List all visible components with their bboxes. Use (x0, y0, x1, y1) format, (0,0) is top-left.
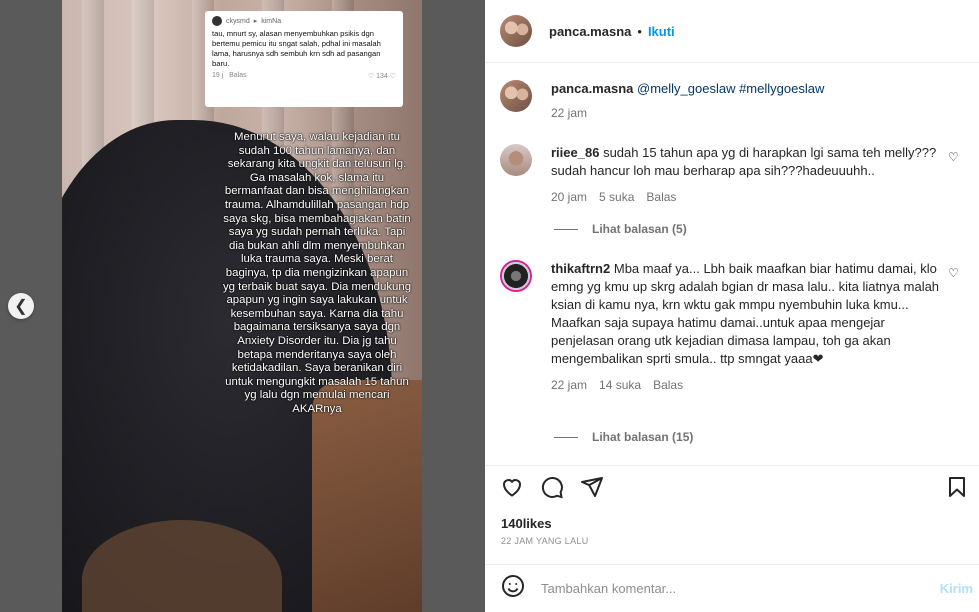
post-comment-button[interactable]: Kirim (940, 581, 973, 596)
paper-plane-icon[interactable] (580, 475, 604, 504)
comment-card-text: tau, mnurt sy, alasan menyembuhkan psiki… (212, 29, 381, 68)
post-actions: 140likes 22 JAM YANG LALU (485, 465, 979, 565)
comment-username[interactable]: riiee_86 (551, 145, 599, 160)
view-replies-label: Lihat balasan (5) (592, 222, 687, 236)
view-replies-button[interactable]: Lihat balasan (15) (554, 430, 693, 444)
comment-text: sudah 15 tahun apa yg di harapkan lgi sa… (551, 145, 937, 178)
embedded-comment-card: ckysmd ▸ kimNa tau, mnurt sy, alasan men… (205, 11, 403, 107)
comment-likes[interactable]: 5 suka (599, 188, 634, 206)
caption-username[interactable]: panca.masna (551, 81, 633, 96)
comment-likes[interactable]: 14 suka (599, 376, 641, 394)
comment-card-reply: Balas (229, 72, 247, 79)
post-header: panca.masna • Ikuti (485, 0, 979, 63)
comment-icon[interactable] (540, 475, 564, 504)
comment-time: 22 jam (551, 378, 588, 392)
comment-time: 20 jam (551, 190, 588, 204)
reply-arrow-icon: ▸ (253, 18, 258, 25)
dislike-icon: ♡ (389, 73, 396, 80)
bookmark-icon[interactable] (945, 475, 969, 504)
emoji-icon[interactable] (501, 574, 525, 603)
avatar[interactable] (500, 80, 532, 112)
divider (554, 228, 578, 230)
post-timestamp[interactable]: 22 JAM YANG LALU (501, 536, 589, 546)
comment-card-user: ckysmd (226, 17, 250, 25)
avatar[interactable] (500, 144, 532, 176)
comment-input[interactable] (541, 581, 940, 596)
comments-list[interactable]: panca.masna @melly_goeslaw #mellygoeslaw… (485, 64, 979, 464)
previous-post-button[interactable]: ❮ (8, 293, 34, 319)
add-comment-bar: Kirim (485, 564, 979, 612)
reply-button[interactable]: Balas (646, 188, 676, 206)
heart-icon: ♡ (367, 73, 375, 80)
caption-text[interactable]: @melly_goeslaw #mellygoeslaw (637, 81, 824, 96)
caption-time: 22 jam (551, 106, 588, 120)
post-media[interactable]: ckysmd ▸ kimNa tau, mnurt sy, alasan men… (62, 0, 422, 612)
like-count[interactable]: 140likes (501, 516, 552, 531)
chevron-left-icon: ❮ (14, 298, 28, 315)
comment-card-likes: 134 (376, 73, 388, 80)
avatar[interactable] (500, 15, 532, 47)
avatar[interactable] (500, 260, 532, 292)
post-details-panel: panca.masna • Ikuti panca.masna @melly_g… (485, 0, 979, 612)
comment-card-age: 19 j (212, 72, 224, 79)
avatar (212, 16, 222, 26)
overlay-text: Menurut saya, walau kejadian itu sudah 1… (222, 131, 412, 415)
view-replies-label: Lihat balasan (15) (592, 430, 694, 444)
separator: • (637, 23, 642, 39)
reply-button[interactable]: Balas (653, 376, 683, 394)
comment-text: Mba maaf ya... Lbh baik maafkan biar hat… (551, 261, 940, 366)
divider (554, 436, 578, 438)
heart-icon[interactable]: ♡ (948, 150, 960, 164)
view-replies-button[interactable]: Lihat balasan (5) (554, 222, 687, 236)
heart-icon[interactable] (500, 475, 524, 504)
heart-icon[interactable]: ♡ (948, 266, 960, 280)
comment-card-reply-to: kimNa (261, 17, 282, 25)
comment-username[interactable]: thikaftrn2 (551, 261, 610, 276)
header-username[interactable]: panca.masna (549, 24, 631, 39)
follow-button[interactable]: Ikuti (648, 24, 675, 39)
